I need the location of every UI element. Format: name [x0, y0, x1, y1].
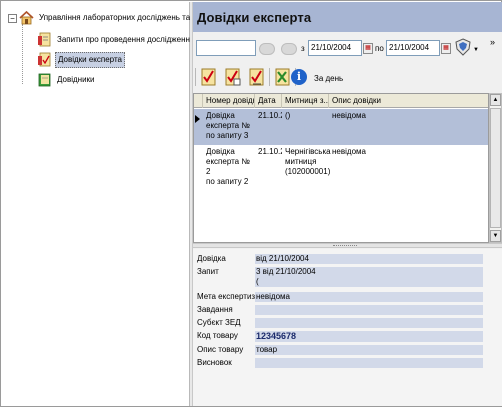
- detail-row: Завдання: [193, 305, 502, 316]
- detail-label: Запит: [197, 267, 219, 276]
- toolbar-separator: [269, 68, 270, 86]
- cell-description: невідома: [332, 111, 366, 120]
- delete-certificate-icon[interactable]: [271, 66, 293, 88]
- splitter-grip: [333, 245, 357, 247]
- table-scrollbar[interactable]: ▲ ▼: [489, 93, 502, 243]
- header-corner: [194, 94, 203, 108]
- detail-row: Запит 3 від 21/10/2004 (: [193, 267, 502, 289]
- cell-date: 21.10.2(: [258, 147, 282, 156]
- cloud-icon[interactable]: [281, 43, 297, 55]
- pane-title: Довідки експерта: [197, 10, 312, 25]
- scroll-down-icon[interactable]: ▼: [490, 230, 501, 242]
- current-row-indicator: [195, 115, 200, 123]
- calendar-icon[interactable]: ▦: [441, 43, 451, 54]
- date-from-field[interactable]: 21/10/2004: [308, 40, 362, 56]
- new-certificate-icon[interactable]: [197, 66, 219, 88]
- date-to-field[interactable]: 21/10/2004: [386, 40, 440, 56]
- tree-item-requests[interactable]: Запити про проведення дослідження: [37, 32, 196, 48]
- detail-value: [255, 305, 483, 315]
- column-header[interactable]: Митниця з...: [282, 94, 329, 108]
- chevron-down-icon[interactable]: ▼: [473, 44, 479, 56]
- detail-row: Субєкт ЗЕД: [193, 318, 502, 329]
- search-input[interactable]: [196, 40, 256, 56]
- detail-row: Довідка від 21/10/2004: [193, 254, 502, 265]
- pane-header: Довідки експерта: [193, 2, 502, 32]
- detail-value: [255, 358, 483, 368]
- detail-label: Мета експертизи: [197, 292, 260, 301]
- calendar-icon[interactable]: ▦: [363, 43, 373, 54]
- edit-certificate-icon[interactable]: [221, 66, 243, 88]
- toolbar-separator: [195, 68, 196, 86]
- app-window: − Управління лабораторних досліджень та …: [0, 0, 502, 407]
- cloud-icon[interactable]: [259, 43, 275, 55]
- scroll-up-icon[interactable]: ▲: [490, 94, 501, 106]
- book-icon: [37, 72, 52, 87]
- detail-value: 12345678: [255, 331, 483, 342]
- cell-customs: (): [285, 111, 291, 120]
- detail-label: Субєкт ЗЕД: [197, 318, 241, 327]
- navigation-tree: − Управління лабораторних досліджень та …: [2, 2, 229, 406]
- tree-collapse-toggle[interactable]: −: [8, 14, 17, 23]
- cell-customs: Чернігівська митниця (102000001): [285, 147, 331, 176]
- date-to-label: по: [375, 44, 384, 53]
- detail-value: 3 від 21/10/2004 (: [255, 267, 483, 287]
- column-header[interactable]: Дата: [255, 94, 282, 108]
- detail-row: Опис товару товар: [193, 345, 502, 356]
- certificates-table: Номер довідки Дата Митниця з... Опис дов…: [193, 93, 489, 243]
- detail-value: від 21/10/2004: [255, 254, 483, 264]
- detail-value: невідома: [255, 292, 483, 302]
- filter-bar: з 21/10/2004 ▦ по 21/10/2004 ▦ ▼ »: [193, 35, 502, 61]
- detail-row: Код товару 12345678: [193, 331, 502, 343]
- detail-label: Завдання: [197, 305, 233, 314]
- scrollbar-thumb[interactable]: [490, 108, 501, 228]
- column-header[interactable]: Номер довідки: [203, 94, 255, 108]
- tree-item-expert-certificates[interactable]: Довідки експерта: [37, 52, 125, 68]
- per-day-button[interactable]: За день: [314, 73, 343, 85]
- column-header[interactable]: Опис довідки: [329, 94, 488, 108]
- cell-date: 21.10.2(: [258, 111, 282, 120]
- cell-number: Довідка експерта № 2 по запиту 2: [206, 147, 250, 186]
- detail-row: Висновок: [193, 358, 502, 369]
- certificate-icon: [37, 52, 52, 67]
- copy-certificate-icon[interactable]: [245, 66, 267, 88]
- tree-item-label: Довідники: [57, 75, 95, 84]
- detail-value: товар: [255, 345, 483, 355]
- document-request-icon: [37, 32, 52, 47]
- details-panel: Довідка від 21/10/2004 Запит 3 від 21/10…: [193, 249, 502, 406]
- tree-item-directories[interactable]: Довідники: [37, 72, 97, 88]
- detail-label: Опис товару: [197, 345, 244, 354]
- toolbar-overflow-icon[interactable]: »: [490, 36, 495, 48]
- content-pane: Довідки експерта з 21/10/2004 ▦ по 21/10…: [193, 2, 502, 406]
- date-from-label: з: [301, 44, 305, 53]
- tree-item-label: Довідки експерта: [55, 52, 125, 68]
- cell-number: Довідка експерта № по запиту 3: [206, 111, 250, 140]
- house-icon: [19, 10, 34, 25]
- cell-description: невідома: [332, 147, 366, 156]
- detail-label: Довідка: [197, 254, 226, 263]
- tree-item-label: Запити про проведення дослідження: [57, 35, 195, 44]
- table-row[interactable]: Довідка експерта № 2 по запиту 2 21.10.2…: [194, 145, 488, 186]
- horizontal-splitter[interactable]: [193, 243, 502, 248]
- table-header: Номер довідки Дата Митниця з... Опис дов…: [194, 94, 488, 108]
- info-icon[interactable]: i: [291, 69, 307, 85]
- detail-label: Висновок: [197, 358, 232, 367]
- tree-connector-line: [22, 24, 23, 84]
- detail-value: [255, 318, 483, 328]
- detail-label: Код товару: [197, 331, 238, 340]
- table-row[interactable]: Довідка експерта № по запиту 3 21.10.2( …: [194, 109, 488, 145]
- shield-icon[interactable]: [455, 38, 471, 56]
- detail-row: Мета експертизи невідома: [193, 292, 502, 303]
- action-toolbar: i За день: [193, 64, 502, 92]
